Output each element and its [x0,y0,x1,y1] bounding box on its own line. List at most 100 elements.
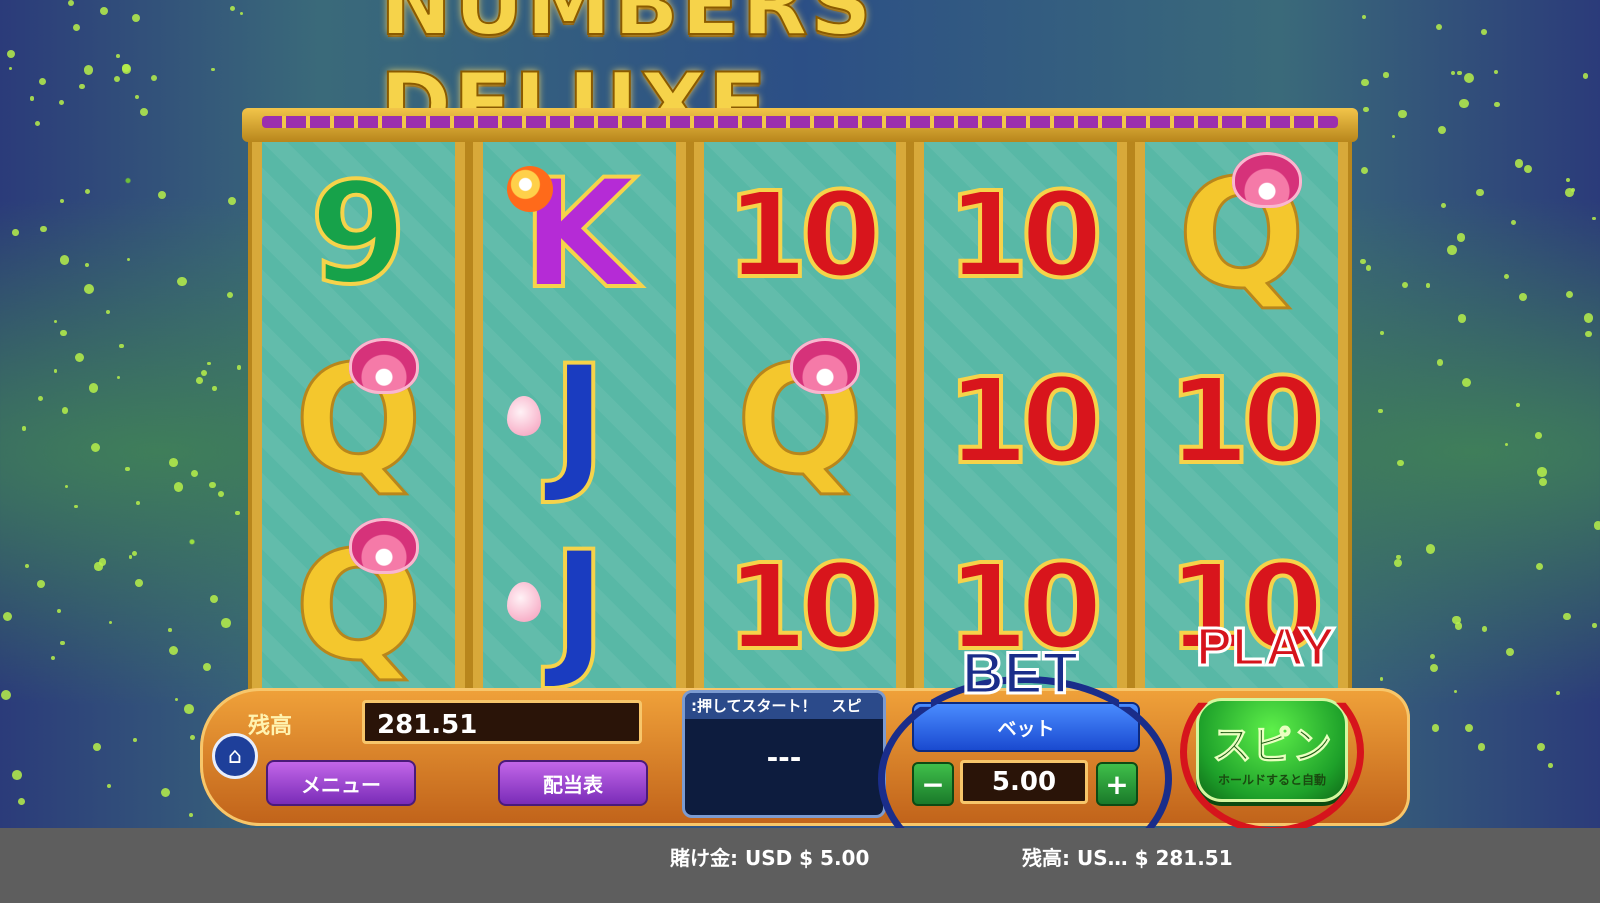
sparkle-dot [115,54,120,59]
sparkle-dot [105,310,110,315]
sparkle-dot [229,5,236,12]
sparkle-dot [1378,408,1383,414]
sparkle-dot [234,510,240,516]
sparkle-dot [1537,743,1546,752]
sparkle-dot [173,482,184,493]
sparkle-dot [21,426,27,431]
sparkle-dot [90,442,100,453]
sparkle-dot [58,100,65,106]
sparkle-dot [131,13,141,23]
sparkle-dot [37,395,43,402]
sparkle-dot [1570,187,1576,192]
menu-button[interactable]: メニュー [266,760,416,806]
sparkle-dot [207,361,211,366]
sparkle-dot [61,407,69,414]
reel-cell: 10 [704,142,897,328]
sparkle-dot [68,0,75,7]
balance-value: 281.51 [362,700,642,744]
sparkle-dot [177,276,187,287]
sparkle-dot [1392,134,1396,138]
sparkle-dot [1537,467,1547,477]
game-title: NUMBERS DELUXE [379,0,874,156]
home-icon: ⌂ [228,743,242,769]
sparkle-dot [1435,23,1442,31]
paytable-button[interactable]: 配当表 [498,760,648,806]
sparkle-dot [1493,101,1500,108]
sparkle-dot [1566,177,1571,182]
sparkle-dot [125,466,130,472]
reel-cell: 10 [1145,328,1338,514]
sparkle-dot [1363,106,1369,112]
sparkle-dot [78,83,85,90]
sparkle-dot [157,190,166,200]
lotus-icon [348,518,419,574]
sparkle-dot [119,343,124,349]
symbol-ten: 10 [724,166,884,304]
symbol-ten: 10 [1165,352,1325,490]
sparkle-dot [1383,72,1389,78]
sparkle-dot [1402,282,1408,289]
sparkle-dot [1510,219,1517,226]
reel-3: 10 Q 10 [693,142,907,702]
symbol-nine: 9 [308,153,409,316]
symbol-ten: 10 [945,166,1105,304]
sparkle-dot [209,481,216,489]
win-display: --- [766,741,802,774]
sparkle-dot [108,620,113,625]
sparkle-dot [1429,664,1438,673]
reel-cell: Q [262,328,455,514]
sparkle-dot [85,188,91,194]
sparkle-dot [174,697,179,702]
home-button[interactable]: ⌂ [212,733,258,779]
sparkle-dot [1481,626,1488,632]
sparkle-dot [1506,647,1515,656]
sparkle-dot [12,770,22,780]
sparkle-dot [0,690,11,701]
sparkle-dot [1535,432,1543,440]
sparkle-dot [1536,563,1544,571]
ticker-text: :押してスタート！ スピ [685,693,883,719]
sparkle-dot [1548,763,1554,768]
sparkle-dot [1425,282,1431,288]
sparkle-dot [1563,612,1571,621]
sparkle-dot [53,369,58,373]
sparkle-dot [92,742,101,751]
reel-cell: 10 [924,328,1117,514]
sparkle-dot [168,627,172,632]
sparkle-dot [1457,314,1467,323]
reel-cell: 10 [704,514,897,700]
reel-cell: 9 [262,142,455,328]
sparkle-dot [29,96,34,101]
bet-annotation: BET [961,640,1080,708]
reel-1: 9 Q Q [252,142,465,702]
sparkle-dot [99,6,108,16]
sparkle-dot [1461,377,1471,387]
sparkle-dot [201,369,208,376]
sparkle-dot [1361,78,1369,87]
sparkle-dot [1397,109,1407,119]
sparkle-dot [1450,71,1455,76]
sparkle-dot [1456,233,1466,242]
reel-cell: 10 [924,142,1117,328]
sparkle-dot [122,64,130,72]
sparkle-dot [74,352,84,362]
sparkle-dot [6,49,15,58]
reel-cell: Q [262,514,455,700]
sparkle-dot [151,75,158,82]
sparkle-dot [40,225,47,233]
sparkle-dot [1393,558,1402,567]
sparkle-dot [1592,217,1596,221]
fireball-icon [506,166,553,212]
sparkle-dot [135,501,140,505]
sparkle-dot [1441,203,1446,208]
sparkle-dot [60,329,67,337]
sparkle-dot [134,94,140,100]
sparkle-dot [72,24,81,32]
sparkle-dot [65,484,69,488]
sparkle-dot [140,108,149,117]
sparkle-dot [1397,459,1404,466]
lotus-bud-icon [506,582,541,622]
sparkle-dot [217,491,224,498]
sparkle-dot [160,787,171,797]
sparkle-dot [191,469,199,477]
